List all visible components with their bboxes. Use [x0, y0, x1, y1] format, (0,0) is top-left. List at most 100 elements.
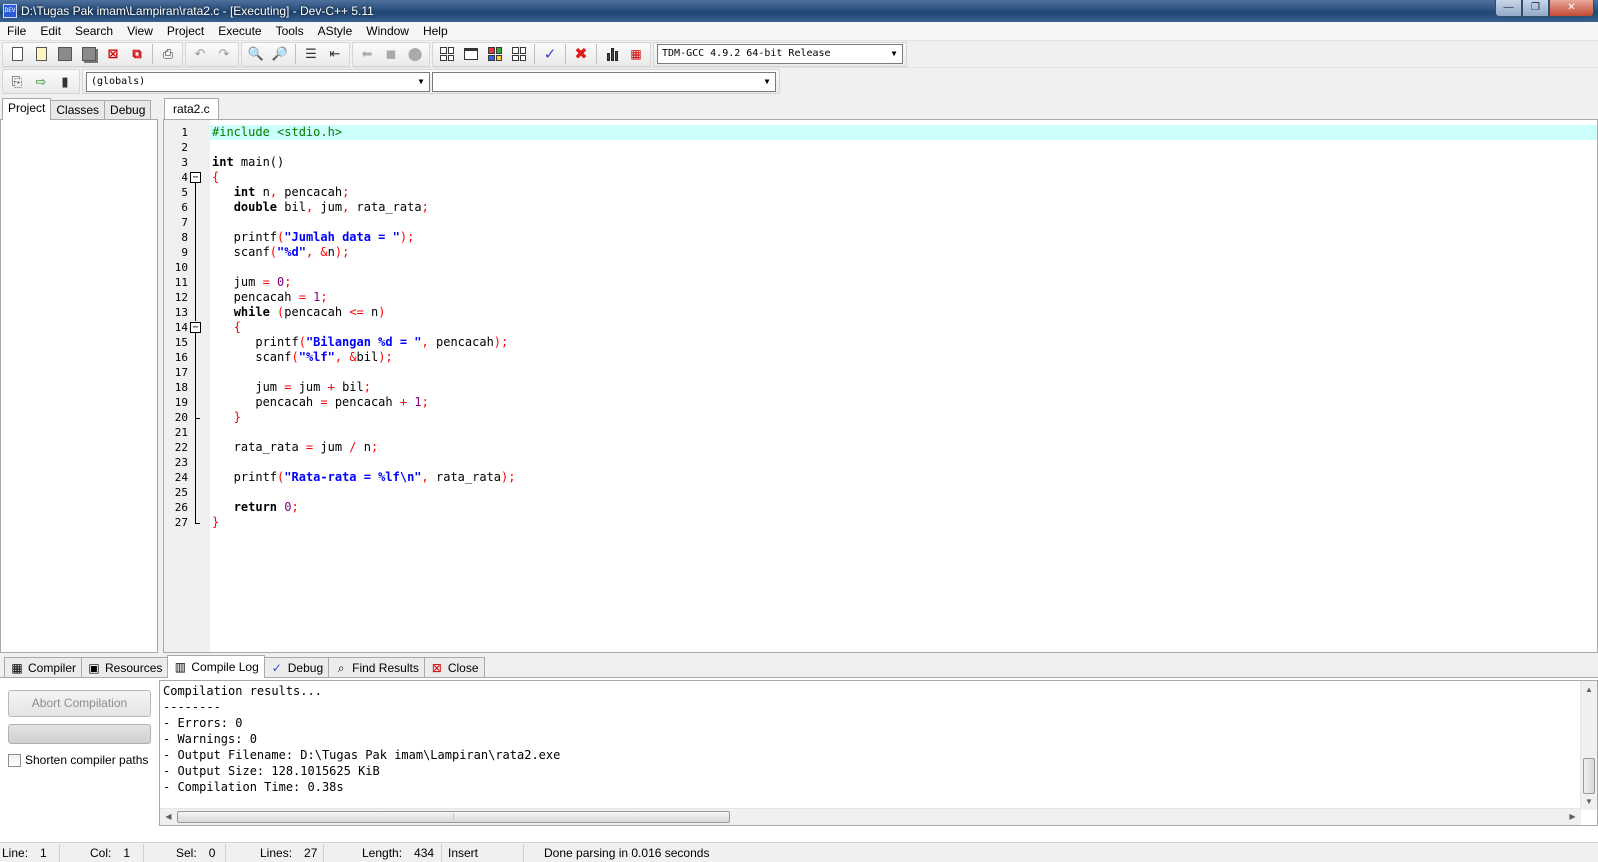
menu-window[interactable]: Window [359, 22, 416, 41]
abort-compilation-button[interactable]: Abort Compilation [8, 690, 151, 717]
code-line[interactable]: 4−{ [181, 170, 1597, 186]
code-line[interactable]: 2 [181, 140, 1597, 155]
profile-icon[interactable] [601, 43, 623, 65]
devcpp-app-icon[interactable]: DEV [3, 4, 17, 18]
tab-project[interactable]: Project [2, 98, 52, 120]
vertical-scrollbar[interactable]: ▲ ▼ [1580, 681, 1597, 810]
fold-collapse-icon[interactable]: − [190, 171, 202, 186]
code-line[interactable]: 14− { [175, 320, 1597, 336]
shorten-paths-checkbox[interactable] [8, 753, 21, 767]
syntax-check-icon[interactable]: ✓ [539, 43, 561, 65]
tab-resources[interactable]: ▣ Resources [81, 657, 169, 678]
scrollbar-thumb[interactable]: ⦙ [177, 811, 730, 823]
code-text: return 0; [233, 500, 299, 514]
code-editor[interactable]: 1 #include <stdio.h> 2 3 int main() 4−{5 int… [163, 119, 1598, 653]
find-icon[interactable]: 🔍 [245, 43, 267, 65]
menu-file[interactable]: File [0, 22, 33, 41]
editor-tab-rata2[interactable]: rata2.c [164, 98, 219, 120]
code-line[interactable]: 15 printf("Bilangan %d = ", pencacah); [175, 335, 1597, 351]
scroll-up-icon[interactable]: ▲ [1581, 681, 1597, 698]
unindent-icon[interactable]: ⇤ [324, 43, 346, 65]
bookmark-icon[interactable]: ▮ [54, 71, 76, 93]
code-line[interactable]: 24 printf("Rata-rata = %lf\n", rata_rata… [175, 470, 1597, 486]
member-select[interactable]: ▼ [432, 71, 776, 92]
insert-icon[interactable]: ⎘ [6, 71, 28, 93]
code-line[interactable]: 26 return 0; [175, 500, 1597, 516]
compile-run-icon[interactable] [484, 43, 506, 65]
shorten-paths-option[interactable]: Shorten compiler paths [8, 753, 148, 767]
close-all-icon[interactable]: ⧉ [126, 43, 148, 65]
tab-debug-output[interactable]: ✓ Debug [263, 657, 330, 678]
scroll-left-icon[interactable]: ◀ [160, 809, 177, 825]
rebuild-all-icon[interactable] [508, 43, 530, 65]
tab-debug[interactable]: Debug [104, 100, 152, 120]
code-area[interactable]: 1 #include <stdio.h> 2 3 int main() 4−{5 int… [175, 125, 1597, 530]
code-line[interactable]: 27} [175, 515, 1597, 530]
code-line[interactable]: 6 double bil, jum, rata_rata; [181, 200, 1597, 216]
code-line[interactable]: 18 jum = jum + bil; [175, 380, 1597, 396]
menu-execute[interactable]: Execute [211, 22, 268, 41]
menu-edit[interactable]: Edit [33, 22, 68, 41]
scope-select[interactable]: (globals) ▼ [86, 71, 430, 92]
code-line[interactable]: 13 while (pencacah <= n) [175, 305, 1597, 321]
tab-close[interactable]: ⊠ Close [423, 657, 485, 678]
fold-line [190, 261, 202, 276]
code-line[interactable]: 5 int n, pencacah; [181, 185, 1597, 201]
remove-from-project-icon[interactable]: ◼ [380, 43, 402, 65]
indent-icon[interactable]: ☰ [300, 43, 322, 65]
menu-project[interactable]: Project [160, 22, 211, 41]
print-icon[interactable]: ⎙ [157, 43, 179, 65]
redo-icon[interactable]: ↷ [213, 43, 235, 65]
code-line[interactable]: 1 #include <stdio.h> [181, 125, 1597, 140]
code-line[interactable]: 17 [175, 365, 1597, 381]
code-line[interactable]: 7 [181, 215, 1597, 231]
tab-classes[interactable]: Classes [50, 100, 106, 120]
scroll-right-icon[interactable]: ▶ [1564, 809, 1581, 825]
code-line[interactable]: 16 scanf("%lf", &bil); [175, 350, 1597, 366]
compile-log-output[interactable]: Compilation results... -------- - Errors… [159, 680, 1598, 826]
tab-compiler[interactable]: ▦ Compiler [4, 657, 83, 678]
menu-tools[interactable]: Tools [269, 22, 311, 41]
code-line[interactable]: 19 pencacah = pencacah + 1; [175, 395, 1597, 411]
code-line[interactable]: 8 printf("Jumlah data = "); [181, 230, 1597, 246]
fold-collapse-icon[interactable]: − [190, 321, 202, 336]
stop-execution-icon[interactable]: ✖ [570, 43, 592, 65]
run-icon[interactable] [460, 43, 482, 65]
delete-profile-icon[interactable]: ▦ [625, 43, 647, 65]
tab-find-results[interactable]: ⌕ Find Results [328, 657, 425, 678]
code-line[interactable]: 23 [175, 455, 1597, 471]
code-line[interactable]: 21 [175, 425, 1597, 441]
add-to-project-icon[interactable]: ⬅ [356, 43, 378, 65]
close-window-button[interactable]: ✕ [1549, 0, 1594, 17]
minimize-button[interactable]: — [1495, 0, 1522, 17]
compile-icon[interactable] [436, 43, 458, 65]
code-line[interactable]: 3 int main() [181, 155, 1597, 170]
project-options-icon[interactable]: ⬤ [404, 43, 426, 65]
code-line[interactable]: 22 rata_rata = jum / n; [175, 440, 1597, 456]
goto-icon[interactable]: ⇨ [30, 71, 52, 93]
save-icon[interactable] [54, 43, 76, 65]
menu-astyle[interactable]: AStyle [311, 22, 360, 41]
code-line[interactable]: 9 scanf("%d", &n); [181, 245, 1597, 261]
undo-icon[interactable]: ↶ [189, 43, 211, 65]
code-line[interactable]: 25 [175, 485, 1597, 501]
menu-help[interactable]: Help [416, 22, 455, 41]
compiler-select[interactable]: TDM-GCC 4.9.2 64-bit Release ▼ [657, 44, 903, 64]
horizontal-scrollbar[interactable]: ◀ ⦙ ▶ [160, 808, 1581, 825]
scrollbar-thumb[interactable] [1583, 758, 1595, 794]
restore-button[interactable]: ❐ [1522, 0, 1549, 17]
close-file-icon[interactable]: ⊠ [102, 43, 124, 65]
menu-view[interactable]: View [120, 22, 160, 41]
open-file-icon[interactable] [30, 43, 52, 65]
code-line[interactable]: 10 [175, 260, 1597, 276]
new-file-icon[interactable] [6, 43, 28, 65]
code-line[interactable]: 20 } [175, 410, 1597, 426]
code-line[interactable]: 12 pencacah = 1; [175, 290, 1597, 306]
scroll-down-icon[interactable]: ▼ [1581, 793, 1597, 810]
project-browser[interactable] [0, 119, 158, 653]
replace-icon[interactable]: 🔎 [269, 43, 291, 65]
menu-search[interactable]: Search [68, 22, 120, 41]
save-all-icon[interactable] [78, 43, 100, 65]
code-line[interactable]: 11 jum = 0; [175, 275, 1597, 291]
tab-compile-log[interactable]: ▥ Compile Log [167, 655, 265, 678]
